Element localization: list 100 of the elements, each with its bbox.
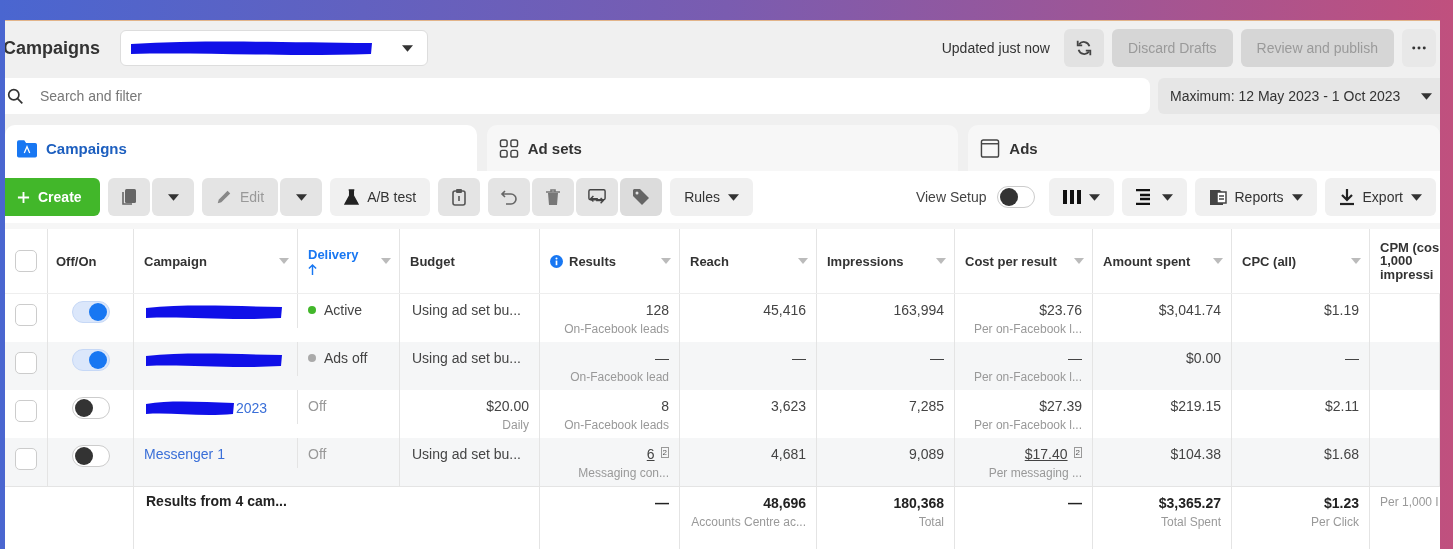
delete-button[interactable]: [532, 178, 575, 216]
tab[interactable]: Ads: [968, 125, 1440, 171]
caret-icon: [1351, 258, 1361, 264]
cell-value: $219.15: [1170, 398, 1221, 414]
column-header[interactable]: Reach: [680, 229, 816, 293]
pencil-icon: [216, 189, 232, 205]
tab[interactable]: Campaigns: [5, 125, 477, 171]
row-checkbox[interactable]: [15, 400, 37, 422]
search-icon: [7, 87, 24, 105]
cell-caption: Per Click: [1311, 515, 1359, 529]
cell-value: $20.00: [486, 398, 529, 414]
caret-icon: [1291, 193, 1303, 201]
copy-icon: [120, 188, 138, 206]
row-checkbox[interactable]: [15, 304, 37, 326]
reports-button[interactable]: Reports: [1194, 178, 1317, 216]
column-header[interactable]: Delivery: [298, 229, 399, 293]
column-header[interactable]: Off/On: [48, 229, 133, 293]
column-header[interactable]: CPC (all): [1232, 229, 1369, 293]
column-header[interactable]: Amount spent: [1093, 229, 1231, 293]
date-range-dropdown[interactable]: Maximum: 12 May 2023 - 1 Oct 2023: [1158, 78, 1440, 114]
select-all-checkbox[interactable]: [15, 250, 37, 272]
toggle-switch[interactable]: [71, 349, 110, 371]
arrow-up-icon: [308, 262, 317, 276]
info-icon: [550, 254, 563, 268]
clipboard-icon: [450, 188, 469, 206]
flask-icon: [344, 188, 360, 206]
cell-value: —: [792, 350, 806, 366]
column-header[interactable]: Cost per result: [955, 229, 1092, 293]
cell-value: —: [1068, 495, 1082, 511]
cell-value: 4,681: [770, 446, 806, 462]
toggle-switch[interactable]: [996, 186, 1035, 208]
cell-value: 45,416: [763, 302, 806, 318]
caret-icon: [167, 193, 179, 201]
undo-button[interactable]: [488, 178, 531, 216]
swap-icon: [588, 188, 607, 206]
row-checkbox[interactable]: [15, 448, 37, 470]
cell-value: —: [655, 350, 669, 366]
export-button[interactable]: Export: [1324, 178, 1436, 216]
clipboard-button[interactable]: [438, 178, 481, 216]
caret-icon: [727, 193, 739, 201]
swap-button[interactable]: [576, 178, 619, 216]
caret-icon: [402, 44, 414, 52]
tag-button[interactable]: [620, 178, 663, 216]
window-icon: [980, 138, 1001, 158]
column-header[interactable]: Impressions: [817, 229, 954, 293]
cell-value: 9,089: [908, 446, 944, 462]
tag-icon: [632, 188, 651, 206]
cell-value: Using ad set bu...: [412, 350, 521, 366]
cell-value: $104.38: [1170, 446, 1221, 462]
column-header[interactable]: Budget: [400, 229, 539, 293]
dropdown-button[interactable]: [152, 178, 194, 216]
result-link[interactable]: $17.40: [1024, 446, 1068, 462]
column-header[interactable]: Campaign: [134, 229, 297, 293]
campaign-link[interactable]: 2023: [236, 400, 268, 416]
rules-button[interactable]: Rules: [670, 178, 753, 216]
caret-icon: [936, 258, 946, 264]
cell-value: $3,041.74: [1158, 302, 1221, 318]
campaign-link[interactable]: Messenger 1: [144, 446, 225, 462]
search-input[interactable]: Search and filter: [38, 87, 1150, 105]
tab[interactable]: Ad sets: [486, 125, 959, 171]
toggle-switch[interactable]: [71, 301, 110, 323]
columns-icon: [1062, 190, 1081, 204]
column-header[interactable]: Results: [540, 229, 679, 293]
cell-value: $23.76: [1039, 302, 1082, 318]
undo-icon: [500, 188, 519, 206]
result-link[interactable]: 6: [646, 446, 655, 462]
row-checkbox[interactable]: [15, 352, 37, 374]
ab-test-button[interactable]: A/B test: [330, 178, 431, 216]
caret-icon: [1213, 258, 1223, 264]
cell-caption: Accounts Centre ac...: [691, 515, 806, 529]
grid-icon: [498, 138, 519, 158]
dropdown-button[interactable]: [280, 178, 323, 216]
toggle-switch[interactable]: [71, 397, 110, 419]
cell-value: 48,696: [763, 495, 806, 511]
cell-value: Using ad set bu...: [412, 446, 521, 462]
caret-icon: [381, 258, 391, 264]
columns-button[interactable]: [1048, 178, 1114, 216]
duplicate-button[interactable]: [108, 178, 150, 216]
search-field[interactable]: Search and filter: [5, 78, 1150, 114]
account-dropdown[interactable]: [120, 30, 429, 66]
cell-value: $1.23: [1323, 495, 1359, 511]
cell-value: $27.39: [1039, 398, 1082, 414]
caret-icon: [1411, 193, 1422, 201]
table-row[interactable]: Ads off Using ad set bu... — On-Facebook lead — — — Per on-Facebook l... $0.00 —: [5, 342, 1440, 390]
update-status: Updated just now: [941, 40, 1050, 56]
report-icon: [1208, 188, 1227, 206]
cell-value: $1.19: [1323, 302, 1359, 318]
cell-caption: On-Facebook leads: [564, 322, 669, 336]
caret-icon: [1161, 193, 1173, 201]
breakdown-button[interactable]: [1121, 178, 1187, 216]
table-row[interactable]: Messenger 1 Off Using ad set bu... 6 2 Messaging con... 4,681 9,089 $17.40 2 Per messaging ... $104.38 $1.68: [5, 438, 1440, 486]
column-header[interactable]: CPM (cos 1,000 impressi: [1370, 229, 1440, 293]
toggle-switch[interactable]: [71, 445, 110, 467]
cell-value: 3,623: [770, 398, 806, 414]
cell-caption: Per messaging ...: [988, 466, 1082, 480]
plus-icon: [17, 190, 30, 204]
delivery-status: Active: [324, 302, 363, 318]
caret-icon: [1421, 92, 1432, 100]
refresh-button[interactable]: [1063, 29, 1104, 67]
caret-icon: [798, 258, 808, 264]
